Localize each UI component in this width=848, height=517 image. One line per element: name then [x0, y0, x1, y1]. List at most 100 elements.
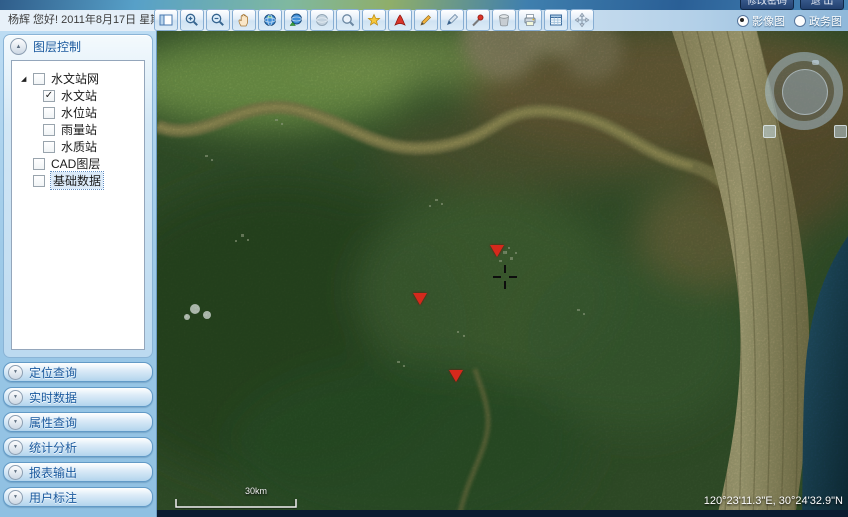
edit-pencil-icon — [418, 12, 434, 28]
sidebar-panel-bar[interactable]: ▼ 报表输出 — [3, 462, 153, 482]
nav-zoom-in-button[interactable] — [834, 125, 847, 138]
grid-window-button[interactable] — [544, 9, 568, 31]
picker-tool-icon — [470, 12, 486, 28]
layer-tree-item[interactable]: 水位站 — [12, 104, 144, 121]
inactive-globe-icon — [314, 12, 330, 28]
map-view[interactable]: 30km 120°23'11.3"E, 30°24'32.9"N — [157, 31, 848, 517]
change-password-button[interactable]: 修改密码 — [740, 0, 794, 10]
sidebar-panel-bar[interactable]: ▼ 属性查询 — [3, 412, 153, 432]
layer-tree-item[interactable]: ✓ 水文站 — [12, 87, 144, 104]
nav-compass-ring[interactable] — [765, 52, 843, 130]
chevron-down-icon[interactable]: ▼ — [8, 365, 23, 380]
sidebar-panel-bar[interactable]: ▼ 定位查询 — [3, 362, 153, 382]
map-navigation-control[interactable] — [763, 50, 847, 144]
layer-checkbox[interactable] — [33, 73, 45, 85]
layer-checkbox[interactable] — [43, 107, 55, 119]
pan-hand-icon — [236, 12, 252, 28]
panel-toggle-icon — [158, 12, 174, 28]
layer-checkbox[interactable] — [43, 124, 55, 136]
layer-panel-header: ▲ 图层控制 — [4, 35, 152, 58]
app-window: 修改密码 退 出 杨辉 您好! 2011年8月17日 星期三 影像图政务图 ▲ … — [0, 0, 848, 517]
draw-pen-icon — [444, 12, 460, 28]
layer-label: 水文站网 — [51, 70, 99, 87]
station-marker[interactable] — [413, 293, 427, 305]
move-arrows-icon — [574, 12, 590, 28]
map-type-option[interactable]: 影像图 — [737, 13, 785, 29]
layer-label: 水位站 — [61, 104, 97, 121]
map-bottom-strip — [157, 510, 848, 517]
chevron-down-icon[interactable]: ▼ — [8, 415, 23, 430]
layer-tree-item[interactable]: CAD图层 — [12, 155, 144, 172]
panel-toggle-button[interactable] — [154, 9, 178, 31]
scale-label: 30km — [245, 486, 267, 496]
layer-tree-item[interactable]: 基础数据 — [12, 172, 144, 189]
layer-label: 水文站 — [61, 87, 97, 104]
chevron-down-icon[interactable]: ▼ — [8, 465, 23, 480]
draw-pen-button[interactable] — [440, 9, 464, 31]
sidebar-accordion-list: ▼定位查询▼实时数据▼属性查询▼统计分析▼报表输出▼用户标注 — [3, 362, 153, 507]
sidebar: ▲ 图层控制 ◢ 水文站网 ✓ 水文站水位站雨量站水质站CAD图层基础数据 ▼ 定位查询… — [0, 31, 157, 517]
layer-panel-title: 图层控制 — [33, 38, 81, 55]
panel-label: 实时数据 — [29, 389, 77, 406]
nav-joystick[interactable] — [782, 69, 828, 115]
sidebar-panel-bar[interactable]: ▼用户标注 — [3, 487, 153, 507]
clear-bucket-icon — [496, 12, 512, 28]
chevron-up-icon[interactable]: ▲ — [10, 38, 27, 55]
picker-tool-button[interactable] — [466, 9, 490, 31]
previous-view-globe-button[interactable] — [284, 9, 308, 31]
edit-pencil-button[interactable] — [414, 9, 438, 31]
radio-icon — [794, 15, 806, 27]
user-greeting: 杨辉 您好! 2011年8月17日 星期三 — [8, 10, 172, 31]
chevron-down-icon[interactable]: ▼ — [8, 490, 23, 505]
map-type-option[interactable]: 政务图 — [794, 13, 842, 29]
layer-label: 雨量站 — [61, 121, 97, 138]
previous-view-globe-icon — [288, 12, 304, 28]
zoom-out-button[interactable] — [206, 9, 230, 31]
panel-label: 定位查询 — [29, 364, 77, 381]
move-arrows-button[interactable] — [570, 9, 594, 31]
map-toolbar — [154, 9, 594, 31]
layer-checkbox[interactable] — [33, 158, 45, 170]
identify-magnifier-button[interactable] — [336, 9, 360, 31]
cursor-coordinates: 120°23'11.3"E, 30°24'32.9"N — [704, 495, 843, 507]
map-type-label: 影像图 — [752, 13, 785, 29]
radio-icon — [737, 15, 749, 27]
layer-checkbox[interactable]: ✓ — [43, 90, 55, 102]
zoom-in-icon — [184, 12, 200, 28]
station-marker[interactable] — [490, 245, 504, 257]
map-type-switcher: 影像图政务图 — [737, 10, 842, 31]
yellow-marker-button[interactable] — [362, 9, 386, 31]
zoom-in-button[interactable] — [180, 9, 204, 31]
layer-tree-item[interactable]: 雨量站 — [12, 121, 144, 138]
logout-button[interactable]: 退 出 — [800, 0, 844, 10]
layer-control-panel: ▲ 图层控制 ◢ 水文站网 ✓ 水文站水位站雨量站水质站CAD图层基础数据 — [3, 34, 153, 358]
red-marker-icon — [392, 12, 408, 28]
expander-icon[interactable]: ◢ — [21, 75, 33, 83]
layer-checkbox[interactable] — [33, 175, 45, 187]
layer-tree-item[interactable]: ◢ 水文站网 — [12, 70, 144, 87]
print-icon — [522, 12, 538, 28]
crosshair-cursor — [493, 265, 517, 289]
full-extent-globe-button[interactable] — [258, 9, 282, 31]
full-extent-globe-icon — [262, 12, 278, 28]
layer-label: CAD图层 — [51, 155, 100, 172]
red-marker-button[interactable] — [388, 9, 412, 31]
sidebar-panel-bar[interactable]: ▼统计分析 — [3, 437, 153, 457]
station-marker[interactable] — [449, 370, 463, 382]
panel-label: 属性查询 — [29, 414, 77, 431]
nav-zoom-out-button[interactable] — [763, 125, 776, 138]
nav-north-notch — [812, 60, 819, 65]
print-button[interactable] — [518, 9, 542, 31]
layer-tree-item[interactable]: 水质站 — [12, 138, 144, 155]
sidebar-panel-bar[interactable]: ▼ 实时数据 — [3, 387, 153, 407]
inactive-globe-button[interactable] — [310, 9, 334, 31]
chevron-down-icon[interactable]: ▼ — [8, 390, 23, 405]
layer-checkbox[interactable] — [43, 141, 55, 153]
layer-label: 基础数据 — [51, 172, 103, 189]
pan-hand-button[interactable] — [232, 9, 256, 31]
grid-window-icon — [548, 12, 564, 28]
panel-label: 报表输出 — [29, 464, 77, 481]
scale-bar-line — [175, 496, 297, 509]
chevron-down-icon[interactable]: ▼ — [8, 440, 23, 455]
clear-bucket-button[interactable] — [492, 9, 516, 31]
